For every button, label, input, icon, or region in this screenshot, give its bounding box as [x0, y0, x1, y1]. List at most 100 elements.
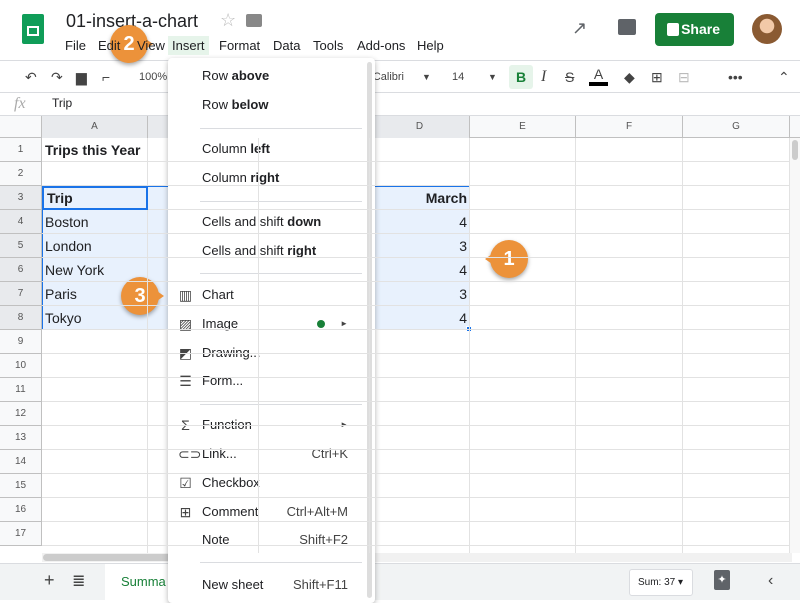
menu-separator [200, 273, 362, 274]
menu-item-row-below[interactable]: Row below [168, 91, 375, 119]
menu-view[interactable]: View [133, 36, 169, 55]
row-header-9[interactable]: 9 [0, 330, 42, 354]
column-header-D[interactable]: D [370, 116, 470, 138]
all-sheets-icon[interactable]: ≣ [72, 571, 85, 591]
menu-file[interactable]: File [61, 36, 90, 55]
formula-input[interactable]: Trip [52, 96, 72, 110]
activity-trend-icon[interactable]: ↗ [572, 18, 587, 39]
borders-icon[interactable]: ⊞ [651, 69, 663, 86]
font-select[interactable]: Calibri [374, 71, 404, 83]
cell-D3[interactable]: March [370, 186, 470, 210]
select-all-corner[interactable] [0, 116, 42, 138]
row-header-5[interactable]: 5 [0, 234, 42, 258]
fill-color-icon[interactable]: ◆ [624, 69, 635, 86]
paint-format-icon[interactable]: ⌐ [102, 69, 110, 85]
row-header-4[interactable]: 4 [0, 210, 42, 234]
label-emphasis: above [231, 68, 270, 83]
row-header-8[interactable]: 8 [0, 306, 42, 330]
row-header-15[interactable]: 15 [0, 474, 42, 498]
row-header-1[interactable]: 1 [0, 138, 42, 162]
row-header-12[interactable]: 12 [0, 402, 42, 426]
grid-line [575, 138, 576, 553]
row-header-17[interactable]: 17 [0, 522, 42, 546]
menu-item-form[interactable]: ☰ Form... [168, 367, 375, 395]
menu-item-new-sheet[interactable]: New sheet Shift+F11 [168, 571, 375, 599]
menu-add-ons[interactable]: Add-ons [353, 36, 409, 55]
row-header-14[interactable]: 14 [0, 450, 42, 474]
cell-A5[interactable]: London [42, 234, 148, 258]
cell-D5[interactable]: 3 [370, 234, 470, 258]
menu-item-row-above[interactable]: Row above [168, 62, 375, 90]
menu-item-cells-down[interactable]: Cells and shift down [168, 208, 375, 236]
text-color-button[interactable]: A [589, 66, 608, 86]
bold-button[interactable]: B [509, 65, 533, 89]
fx-icon: fx [14, 95, 26, 112]
cell-D8[interactable]: 4 [370, 306, 470, 330]
cell-D4[interactable]: 4 [370, 210, 470, 234]
menu-insert[interactable]: Insert [168, 36, 209, 55]
menu-tools[interactable]: Tools [309, 36, 347, 55]
grid-line [42, 521, 790, 522]
strikethrough-button[interactable]: S [565, 69, 574, 85]
share-button[interactable]: Share [655, 13, 734, 46]
cell-A8[interactable]: Tokyo [42, 306, 148, 330]
menu-data[interactable]: Data [269, 36, 304, 55]
undo-icon[interactable]: ↶ [25, 69, 37, 86]
chevron-down-icon[interactable]: ▼ [422, 72, 431, 82]
merge-cells-icon[interactable]: ⊟ [678, 69, 690, 86]
menu-item-column-right[interactable]: Column right [168, 164, 375, 192]
redo-icon[interactable]: ↷ [51, 69, 63, 86]
row-header-16[interactable]: 16 [0, 498, 42, 522]
zoom-select[interactable]: 100% [139, 71, 167, 83]
print-icon[interactable]: ▆ [76, 69, 87, 86]
sheet-tab-summary[interactable]: Summa [105, 564, 175, 601]
more-icon[interactable]: ••• [728, 69, 743, 85]
font-size-select[interactable]: 14 [452, 71, 464, 83]
cell-A1[interactable]: Trips this Year [42, 138, 242, 162]
row-header-7[interactable]: 7 [0, 282, 42, 306]
row-header-10[interactable]: 10 [0, 354, 42, 378]
cell-D7[interactable]: 3 [370, 282, 470, 306]
menu-help[interactable]: Help [413, 36, 448, 55]
submenu-arrow-icon: ► [340, 319, 348, 328]
column-header-E[interactable]: E [470, 116, 576, 138]
column-header-G[interactable]: G [683, 116, 790, 138]
chevron-down-icon[interactable]: ▼ [488, 72, 497, 82]
explore-icon[interactable]: ✦ [714, 570, 730, 590]
sheets-logo[interactable] [22, 14, 44, 44]
chevron-left-icon[interactable]: ‹ [768, 572, 773, 590]
cell-A4[interactable]: Boston [42, 210, 148, 234]
column-header-F[interactable]: F [576, 116, 683, 138]
row-header-2[interactable]: 2 [0, 162, 42, 186]
row-header-6[interactable]: 6 [0, 258, 42, 282]
callout-1: 1 [485, 240, 528, 278]
menu-item-note[interactable]: Note Shift+F2 [168, 526, 375, 554]
avatar[interactable] [752, 14, 782, 44]
star-icon[interactable]: ☆ [220, 10, 236, 31]
menu-format[interactable]: Format [215, 36, 264, 55]
sum-dropdown[interactable]: Sum: 37 ▾ [629, 569, 693, 596]
collapse-icon[interactable]: ⌃ [778, 69, 790, 86]
menu-item-link[interactable]: ⊂⊃ Link... Ctrl+K [168, 440, 375, 468]
cell-D6[interactable]: 4 [370, 258, 470, 282]
menu-item-label: New sheet [202, 577, 264, 592]
cell-A7[interactable]: Paris [42, 282, 148, 306]
row-header-13[interactable]: 13 [0, 426, 42, 450]
column-header-A[interactable]: A [42, 116, 148, 138]
add-sheet-icon[interactable]: + [44, 570, 55, 591]
italic-button[interactable]: I [541, 68, 546, 86]
sheet-tab-label: Summa [121, 574, 166, 589]
row-header-3[interactable]: 3 [0, 186, 42, 210]
horizontal-scrollbar[interactable] [42, 553, 792, 562]
menu-item-image[interactable]: ▨ Image ► [168, 310, 375, 338]
menu-edit[interactable]: Edit [94, 36, 124, 55]
row-header-11[interactable]: 11 [0, 378, 42, 402]
comments-icon[interactable] [618, 19, 636, 35]
menu-item-cells-right[interactable]: Cells and shift right [168, 237, 375, 265]
folder-icon[interactable] [246, 14, 262, 27]
menu-separator [200, 201, 362, 202]
cell-A6[interactable]: New York [42, 258, 148, 282]
vertical-scrollbar[interactable] [790, 138, 800, 553]
cell-A3[interactable]: Trip [42, 186, 148, 210]
sum-label: Sum: 37 [638, 577, 676, 588]
